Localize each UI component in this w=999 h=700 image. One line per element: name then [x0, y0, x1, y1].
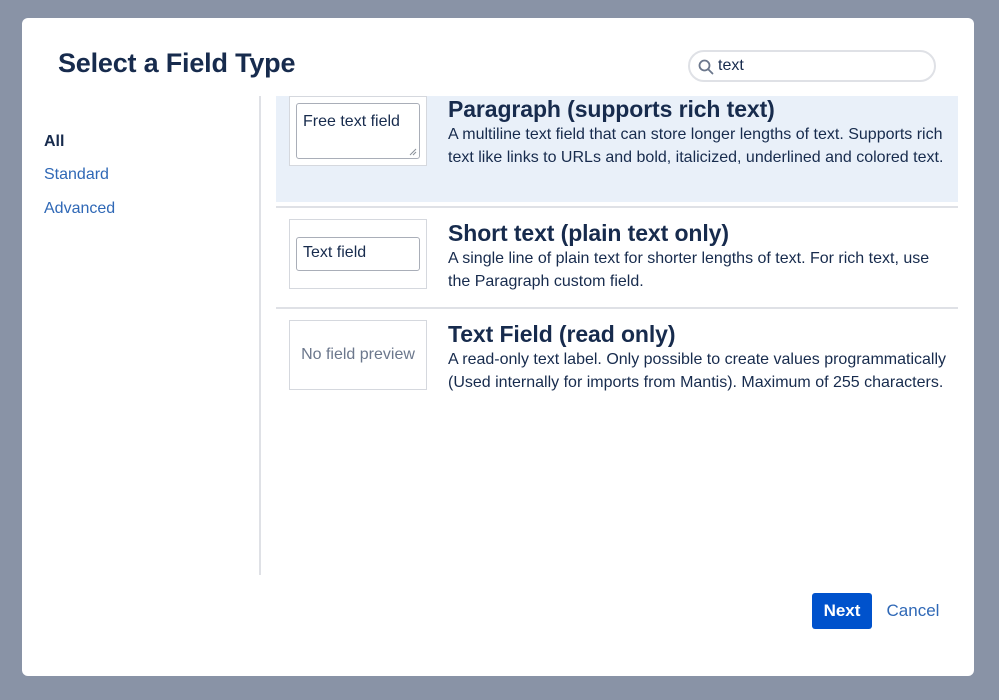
field-type-description: A multiline text field that can store lo… — [448, 126, 944, 166]
field-type-item-read-only[interactable]: No field preview Text Field (read only) … — [276, 309, 958, 429]
next-button[interactable]: Next — [812, 593, 872, 629]
sidebar-item-advanced[interactable]: Advanced — [44, 200, 115, 218]
field-preview: Text field — [289, 219, 427, 289]
field-type-description: A read-only text label. Only possible to… — [448, 351, 947, 391]
field-type-description: A single line of plain text for shorter … — [448, 250, 930, 290]
field-type-item-short-text[interactable]: Text field Short text (plain text only) … — [276, 208, 958, 306]
preview-text: Free text field — [303, 113, 400, 130]
category-sidebar: All Standard Advanced — [22, 96, 261, 575]
no-preview-label: No field preview — [301, 346, 415, 363]
field-preview: No field preview — [289, 320, 427, 390]
cancel-button[interactable]: Cancel — [878, 593, 948, 629]
field-type-title: Short text (plain text only) — [448, 220, 729, 246]
field-type-title: Paragraph (supports rich text) — [448, 96, 775, 122]
textarea-preview: Free text field — [296, 103, 420, 159]
resize-grip-icon — [409, 148, 417, 156]
sidebar-item-standard[interactable]: Standard — [44, 166, 109, 184]
field-type-title: Text Field (read only) — [448, 321, 676, 347]
field-preview: Free text field — [289, 96, 427, 166]
search-box[interactable] — [688, 50, 936, 82]
select-field-type-dialog: Select a Field Type All Standard Advance… — [22, 18, 974, 676]
sidebar-item-all[interactable]: All — [44, 133, 64, 151]
search-input[interactable] — [718, 54, 928, 78]
input-preview: Text field — [296, 237, 420, 271]
search-icon — [698, 59, 714, 75]
dialog-title: Select a Field Type — [58, 48, 296, 78]
field-type-item-paragraph[interactable]: Free text field Paragraph (supports rich… — [276, 96, 958, 202]
